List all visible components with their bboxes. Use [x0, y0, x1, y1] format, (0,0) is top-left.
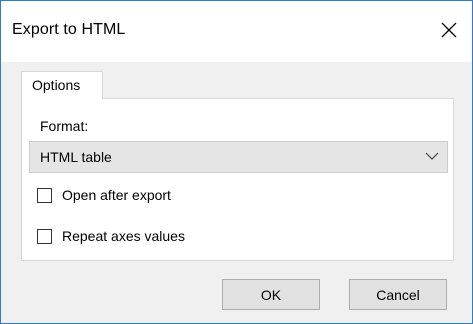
repeat-axes-values-option[interactable]: Repeat axes values	[37, 226, 185, 246]
repeat-axes-values-label: Repeat axes values	[62, 228, 185, 244]
dialog-title: Export to HTML	[12, 21, 126, 38]
cancel-button[interactable]: Cancel	[349, 279, 447, 310]
tab-options-label: Options	[32, 77, 81, 93]
repeat-axes-values-checkbox[interactable]	[37, 228, 52, 244]
format-select-value: HTML table	[40, 149, 112, 165]
format-label: Format:	[40, 118, 89, 134]
close-icon	[441, 22, 457, 38]
ok-button[interactable]: OK	[222, 279, 320, 310]
open-after-export-checkbox[interactable]	[37, 187, 52, 203]
open-after-export-label: Open after export	[62, 187, 171, 203]
title-bar: Export to HTML	[1, 1, 472, 62]
format-select[interactable]: HTML table	[29, 141, 448, 173]
chevron-down-icon	[425, 152, 439, 160]
tab-options[interactable]: Options	[21, 71, 103, 99]
open-after-export-option[interactable]: Open after export	[37, 185, 171, 205]
close-button[interactable]	[432, 15, 466, 45]
export-dialog: Export to HTML Options Format: HTML tabl…	[0, 0, 473, 324]
